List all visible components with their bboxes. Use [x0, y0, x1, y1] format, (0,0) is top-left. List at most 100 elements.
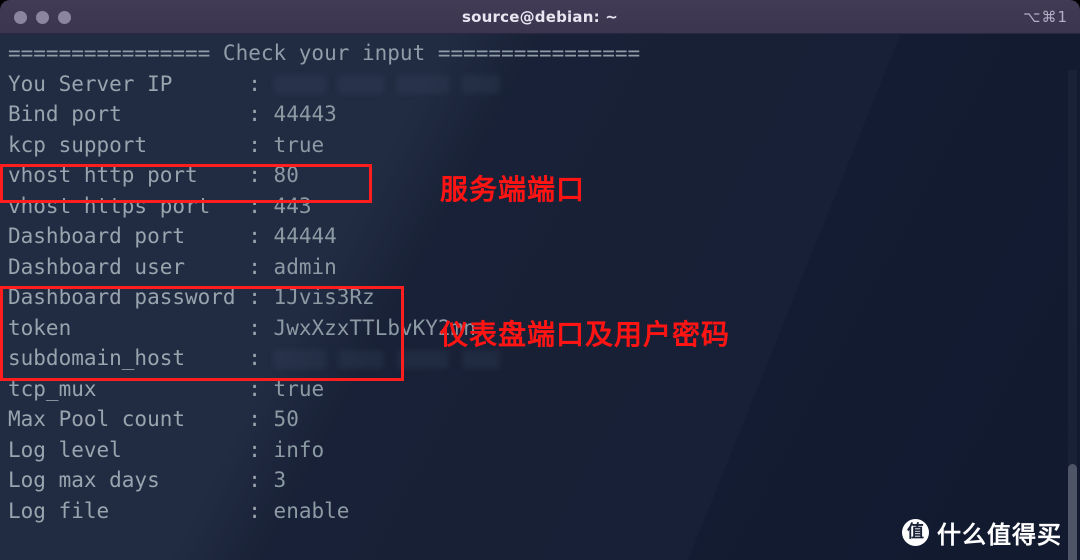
- terminal-line-gap: [261, 133, 274, 157]
- terminal-line-padding: [198, 163, 249, 187]
- terminal-line-separator: :: [248, 71, 261, 96]
- terminal-line-value: 50: [273, 407, 299, 431]
- terminal-line-separator: :: [248, 468, 261, 492]
- terminal-line-gap: [261, 468, 274, 492]
- terminal-line-padding: [122, 102, 248, 126]
- terminal-line: tcp_mux : true: [8, 374, 1068, 405]
- terminal-line-padding: [122, 438, 248, 462]
- terminal-line-label: Max Pool count: [8, 407, 186, 431]
- terminal-line-separator: :: [248, 498, 261, 523]
- terminal-line-gap: [261, 407, 274, 431]
- terminal-line-label: Log file: [8, 498, 110, 523]
- redaction-block: [461, 75, 500, 94]
- terminal-line-gap: [261, 102, 274, 126]
- terminal-line-gap: [261, 72, 274, 96]
- terminal-line-gap: [261, 194, 274, 218]
- terminal-line-value: 443: [273, 193, 312, 218]
- terminal-line-value: 80: [273, 163, 299, 187]
- annotation-label-bind-port: 服务端端口: [440, 173, 586, 206]
- terminal-line: Bind port : 44443: [8, 99, 1068, 130]
- terminal-line-gap: [261, 499, 274, 523]
- window-shortcut-hint: ⌥⌘1: [1023, 8, 1068, 26]
- terminal-line: Dashboard user : admin: [8, 252, 1068, 283]
- terminal-line-separator: :: [248, 193, 261, 218]
- terminal-line-separator: :: [248, 285, 261, 309]
- terminal-line-padding: [185, 346, 248, 370]
- terminal-line-value: 44444: [273, 224, 337, 248]
- terminal-line-separator: :: [248, 437, 261, 462]
- terminal-line-padding: [97, 377, 249, 401]
- terminal-line-padding: [172, 72, 248, 96]
- terminal-line-label: subdomain_host: [8, 346, 186, 370]
- terminal-line-separator: :: [248, 346, 261, 370]
- terminal-line: Max Pool count : 50: [8, 404, 1068, 435]
- terminal-content[interactable]: ================ Check your input ======…: [0, 34, 1080, 560]
- terminal-line-gap: [261, 285, 274, 309]
- terminal-line: You Server IP :: [8, 69, 1068, 100]
- terminal-line-padding: [147, 133, 248, 157]
- terminal-line-label: Log max days: [8, 468, 160, 492]
- terminal-line-value: true: [273, 376, 325, 401]
- terminal-line-gap: [261, 346, 274, 370]
- terminal-line-separator: :: [248, 102, 261, 126]
- terminal-line-label: Log level: [8, 437, 122, 462]
- terminal-line-value: 1Jvis3Rz: [273, 285, 375, 309]
- terminal-line-padding: [185, 407, 248, 431]
- terminal-line-label: Bind port: [8, 102, 122, 126]
- terminal-line-gap: [261, 377, 274, 401]
- terminal-line-gap: [261, 224, 274, 248]
- redaction-block: [338, 349, 385, 369]
- terminal-line-value: true: [273, 132, 325, 157]
- terminal-line-value: 3: [273, 468, 287, 492]
- terminal-line-header: ================ Check your input ======…: [8, 41, 641, 65]
- terminal-line: kcp support : true: [8, 130, 1068, 161]
- redaction-block: [396, 75, 449, 94]
- terminal-line-padding: [210, 194, 248, 218]
- terminal-line-label: You Server IP: [8, 71, 173, 96]
- terminal-output: ================ Check your input ======…: [8, 38, 1068, 526]
- terminal-line-label: vhost https port: [8, 193, 211, 218]
- window-title: source@debian: ~: [462, 8, 618, 26]
- terminal-line-label: token: [8, 315, 72, 340]
- terminal-window: source@debian: ~ ⌥⌘1 ================ Ch…: [0, 0, 1080, 560]
- terminal-line-label: vhost http port: [8, 163, 198, 187]
- watermark-badge-icon: 值: [902, 519, 929, 546]
- terminal-line-gap: [261, 438, 274, 462]
- terminal-line-padding: [160, 468, 249, 492]
- terminal-line-gap: [261, 163, 274, 187]
- redaction-block: [273, 349, 326, 369]
- terminal-line-separator: :: [248, 163, 261, 187]
- terminal-line-padding: [236, 285, 249, 309]
- terminal-line-value: admin: [273, 254, 337, 279]
- redaction-block: [273, 75, 326, 94]
- terminal-line-label: Dashboard port: [8, 224, 186, 248]
- terminal-line-gap: [261, 255, 274, 279]
- terminal-line-value: enable: [273, 498, 350, 523]
- redacted-value: [273, 72, 500, 96]
- terminal-line-label: Dashboard user: [8, 254, 186, 279]
- terminal-line-value: info: [273, 437, 325, 462]
- terminal-line-padding: [185, 255, 248, 279]
- scrollbar-thumb[interactable]: [1068, 464, 1077, 560]
- terminal-line-label: kcp support: [8, 132, 148, 157]
- terminal-line: Dashboard password : 1Jvis3Rz: [8, 282, 1068, 313]
- annotation-label-dashboard: 仪表盘端口及用户密码: [440, 318, 731, 351]
- redaction-block: [338, 75, 385, 94]
- terminal-line-padding: [109, 499, 248, 523]
- terminal-line-separator: :: [248, 224, 261, 248]
- terminal-line-padding: [71, 316, 248, 340]
- watermark-text: 什么值得买: [937, 521, 1062, 549]
- terminal-line-label: Dashboard password: [8, 285, 236, 309]
- terminal-line-separator: :: [248, 254, 261, 279]
- terminal-line-separator: :: [248, 376, 261, 401]
- terminal-line-gap: [261, 316, 274, 340]
- terminal-line-label: tcp_mux: [8, 376, 97, 401]
- terminal-line: Log max days : 3: [8, 465, 1068, 496]
- window-titlebar: source@debian: ~ ⌥⌘1: [0, 0, 1080, 34]
- watermark: 值 什么值得买: [902, 515, 1062, 550]
- terminal-line-separator: :: [248, 132, 261, 157]
- terminal-line-separator: :: [248, 407, 261, 431]
- terminal-line-value: 44443: [273, 102, 337, 126]
- terminal-line-padding: [185, 224, 248, 248]
- terminal-line-separator: :: [248, 315, 261, 340]
